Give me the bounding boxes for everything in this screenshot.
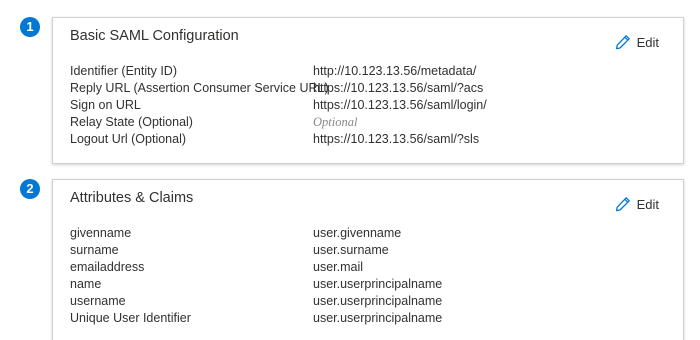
claim-row: surname user.surname: [70, 242, 673, 259]
edit-label: Edit: [636, 34, 659, 50]
edit-label: Edit: [636, 196, 659, 212]
claim-name: Unique User Identifier: [70, 311, 191, 325]
edit-basic-saml-button[interactable]: Edit: [615, 34, 659, 50]
claim-value: user.userprincipalname: [313, 294, 443, 308]
claim-row: name user.userprincipalname: [70, 276, 673, 293]
claim-name: username: [70, 294, 126, 308]
property-label: Relay State (Optional): [70, 115, 193, 129]
property-row: Identifier (Entity ID) http://10.123.13.…: [70, 63, 673, 80]
claim-value: user.givenname: [313, 226, 402, 240]
claim-value: user.userprincipalname: [313, 277, 443, 291]
saml-configuration-page: 1 Basic SAML Configuration Edit Identifi…: [0, 0, 700, 340]
basic-saml-card: Basic SAML Configuration Edit Identifier…: [52, 17, 684, 164]
property-value: http://10.123.13.56/metadata/: [313, 64, 477, 78]
property-label: Logout Url (Optional): [70, 132, 187, 146]
property-label: Reply URL (Assertion Consumer Service UR…: [70, 81, 329, 95]
claims-list: givenname user.givenname surname user.su…: [70, 225, 673, 327]
property-label: Sign on URL: [70, 98, 141, 112]
property-row: Relay State (Optional) Optional: [70, 114, 673, 131]
attributes-claims-card: Attributes & Claims Edit givenname user.…: [52, 179, 684, 340]
pencil-icon: [615, 34, 631, 50]
property-value: https://10.123.13.56/saml/?sls: [313, 132, 480, 146]
claim-value: user.mail: [313, 260, 364, 274]
claim-value: user.surname: [313, 243, 389, 257]
claim-row: Unique User Identifier user.userprincipa…: [70, 310, 673, 327]
claim-row: username user.userprincipalname: [70, 293, 673, 310]
pencil-icon: [615, 196, 631, 212]
section-title: Attributes & Claims: [70, 190, 194, 206]
property-row: Logout Url (Optional) https://10.123.13.…: [70, 131, 673, 148]
property-list: Identifier (Entity ID) http://10.123.13.…: [70, 63, 673, 148]
step-badge-2: 2: [20, 179, 40, 199]
step-badge-1: 1: [20, 17, 40, 37]
claim-name: givenname: [70, 226, 132, 240]
property-value: https://10.123.13.56/saml/?acs: [313, 81, 484, 95]
property-row: Reply URL (Assertion Consumer Service UR…: [70, 80, 673, 97]
property-value: https://10.123.13.56/saml/login/: [313, 98, 487, 112]
claim-name: name: [70, 277, 102, 291]
claim-row: givenname user.givenname: [70, 225, 673, 242]
claim-name: emailaddress: [70, 260, 145, 274]
property-label: Identifier (Entity ID): [70, 64, 177, 78]
claim-row: emailaddress user.mail: [70, 259, 673, 276]
edit-attributes-claims-button[interactable]: Edit: [615, 196, 659, 212]
property-value-placeholder: Optional: [313, 115, 358, 129]
section-title: Basic SAML Configuration: [70, 28, 239, 44]
claim-name: surname: [70, 243, 119, 257]
claim-value: user.userprincipalname: [313, 311, 443, 325]
property-row: Sign on URL https://10.123.13.56/saml/lo…: [70, 97, 673, 114]
